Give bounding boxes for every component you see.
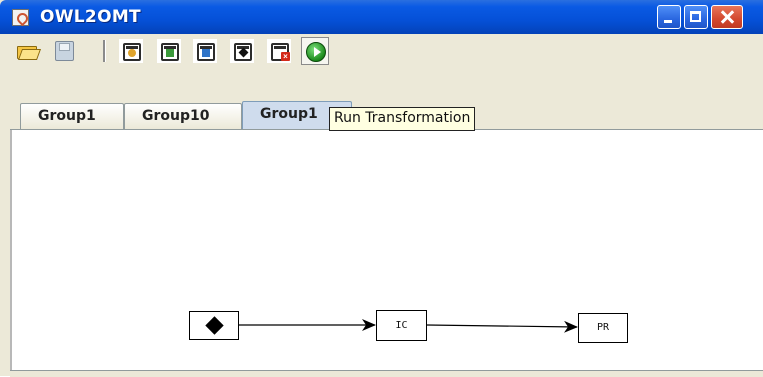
node-pr[interactable]: PR	[578, 313, 628, 343]
edge-ic-to-pr	[426, 320, 578, 333]
node-ic[interactable]: IC	[376, 310, 427, 341]
tooltip: Run Transformation	[329, 107, 476, 131]
start-node[interactable]	[189, 311, 239, 340]
application-window: OWL2OMT × Group1 Group10 Group1 IC PR Ru…	[0, 0, 763, 377]
diamond-icon	[205, 316, 224, 335]
